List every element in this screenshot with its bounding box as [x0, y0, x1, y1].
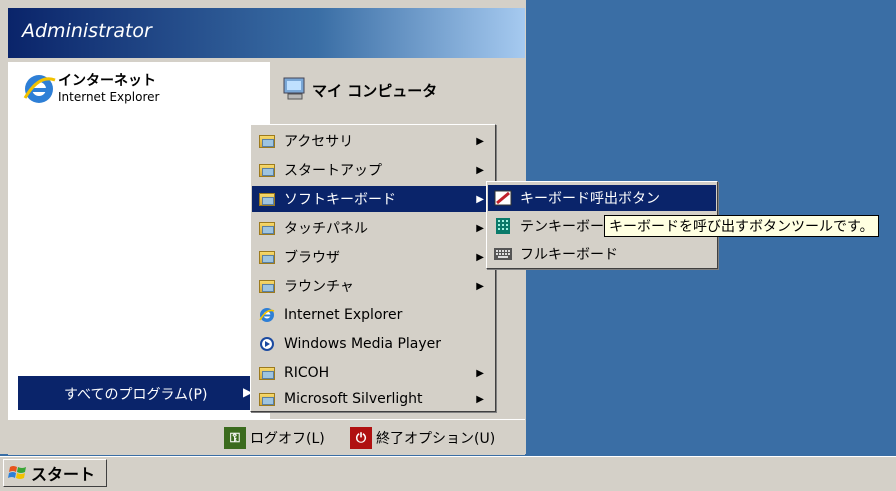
all-programs-button[interactable]: すべてのプログラム(P) ▶	[18, 376, 266, 410]
start-menu-header: Administrator	[8, 8, 525, 58]
power-icon: ⏻	[350, 427, 372, 449]
menu-item-label: Windows Media Player	[284, 336, 442, 352]
shutdown-button[interactable]: ⏻ 終了オプション(U)	[350, 425, 495, 451]
start-label: スタート	[31, 465, 96, 484]
menu-item-label: スタートアップ	[284, 163, 382, 179]
menu-item-label: ブラウザ	[284, 250, 340, 266]
folder-icon	[258, 249, 276, 265]
tooltip: キーボードを呼び出すボタンツールです。	[604, 215, 879, 237]
folder-icon	[258, 133, 276, 149]
menu-item-silverlight[interactable]: Microsoft Silverlight ▶	[252, 386, 494, 412]
arrow-right-icon: ▶	[476, 135, 484, 147]
pinned-internet-explorer[interactable]: インターネット Internet Explorer	[22, 70, 262, 110]
media-player-icon	[258, 336, 276, 352]
windows-logo-icon	[8, 466, 26, 479]
menu-item-startup[interactable]: スタートアップ ▶	[252, 157, 494, 183]
computer-icon	[283, 77, 305, 100]
folder-icon	[258, 365, 276, 381]
menu-item-ricoh[interactable]: RICOH ▶	[252, 360, 494, 386]
key-icon: ⚿	[224, 427, 246, 449]
arrow-right-icon: ▶	[476, 367, 484, 379]
menu-item-label: アクセサリ	[284, 134, 354, 150]
menu-item-label: ソフトキーボード	[284, 192, 396, 208]
all-programs-label: すべてのプログラム(P)	[64, 387, 208, 403]
my-computer-item[interactable]: マイ コンピュータ	[282, 72, 502, 106]
my-computer-label: マイ コンピュータ	[312, 82, 438, 100]
arrow-right-icon: ▶	[476, 280, 484, 292]
taskbar	[0, 456, 896, 491]
arrow-right-icon: ▶	[476, 393, 484, 405]
ie-icon	[23, 75, 56, 103]
menu-item-label: Internet Explorer	[284, 307, 403, 323]
logoff-button[interactable]: ⚿ ログオフ(L)	[224, 425, 325, 451]
folder-icon	[258, 191, 276, 207]
menu-item-label: Microsoft Silverlight	[284, 391, 423, 407]
pinned-ie-subtitle: Internet Explorer	[58, 90, 160, 104]
menu-item-label: RICOH	[284, 365, 330, 381]
menu-item-soft-keyboard[interactable]: ソフトキーボード ▶	[252, 186, 494, 212]
keyboard-icon	[494, 246, 512, 262]
menu-item-accessories[interactable]: アクセサリ ▶	[252, 128, 494, 154]
menu-item-label: キーボード呼出ボタン	[520, 191, 660, 207]
pen-keyboard-icon	[494, 190, 512, 206]
programs-menu-items: アクセサリ ▶ スタートアップ ▶ ソフトキーボード ▶ タッチパネル ▶ ブラウザ ▶ …	[250, 124, 496, 412]
start-menu-left-pane	[8, 62, 270, 419]
menu-item-launcher[interactable]: ラウンチャ ▶	[252, 273, 494, 299]
menu-item-label: ラウンチャ	[284, 279, 354, 295]
start-button[interactable]: スタート	[3, 459, 107, 487]
user-name: Administrator	[22, 20, 152, 42]
arrow-right-icon: ▶	[476, 251, 484, 263]
shutdown-label: 終了オプション(U)	[376, 431, 496, 447]
pinned-ie-title: インターネット	[58, 73, 156, 89]
menu-item-keyboard-button[interactable]: キーボード呼出ボタン	[488, 185, 716, 211]
menu-item-windows-media-player[interactable]: Windows Media Player	[252, 331, 494, 357]
menu-item-internet-explorer[interactable]: Internet Explorer	[252, 302, 494, 328]
menu-item-label: タッチパネル	[284, 221, 368, 237]
menu-item-touch-panel[interactable]: タッチパネル ▶	[252, 215, 494, 241]
folder-icon	[258, 391, 276, 407]
tenkey-icon	[494, 218, 512, 234]
folder-icon	[258, 220, 276, 236]
menu-item-label: フルキーボード	[520, 247, 618, 263]
ie-icon	[258, 307, 276, 323]
arrow-right-icon: ▶	[476, 193, 484, 205]
menu-item-browser[interactable]: ブラウザ ▶	[252, 244, 494, 270]
folder-icon	[258, 278, 276, 294]
logoff-label: ログオフ(L)	[250, 431, 325, 447]
folder-icon	[258, 162, 276, 178]
arrow-right-icon: ▶	[476, 164, 484, 176]
menu-item-full-keyboard[interactable]: フルキーボード	[488, 241, 716, 267]
arrow-right-icon: ▶	[476, 222, 484, 234]
